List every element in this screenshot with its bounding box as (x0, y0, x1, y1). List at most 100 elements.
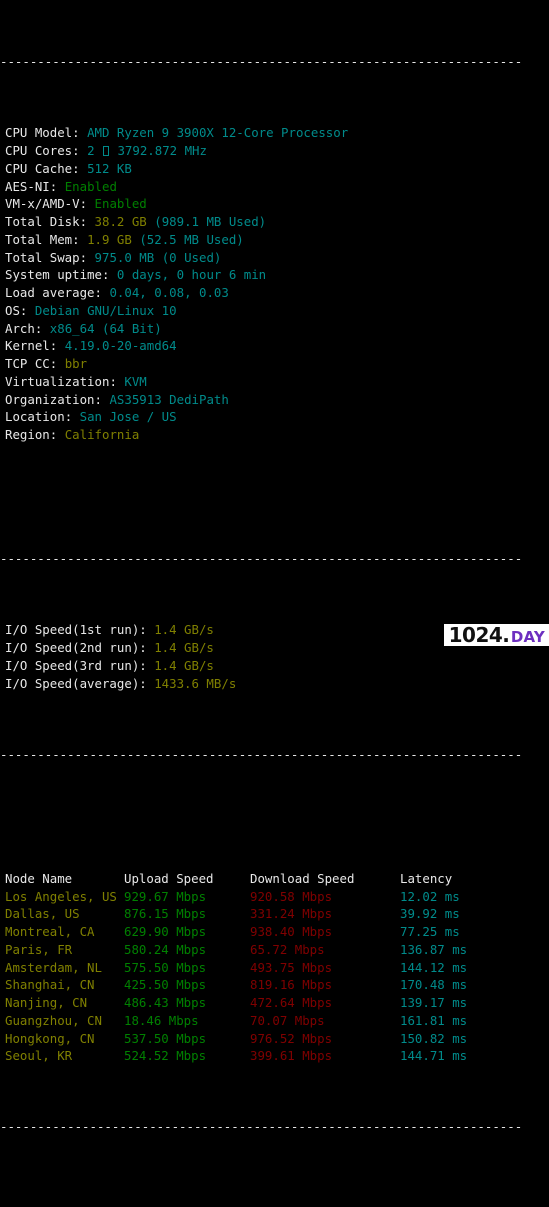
speedtest-upload-speed: 18.46 Mbps (124, 1012, 199, 1028)
io-speed-label: I/O Speed(average) (5, 675, 140, 691)
speedtest-row: Amsterdam, NL 575.50 Mbps 493.75 Mbps 144.1… (5, 959, 549, 977)
sysinfo-colon: : (72, 231, 80, 247)
speedtest-header-upload: Upload Speed (124, 870, 214, 886)
speedtest-node-name: Guangzhou, CN (5, 1012, 102, 1028)
sysinfo-colon: : (49, 178, 58, 194)
sysinfo-row: Total Swap: 975.0 MB (0 Used) (5, 249, 549, 267)
sysinfo-colon: : (72, 143, 80, 158)
sysinfo-value: 512 KB (87, 160, 132, 176)
io-speed-label: I/O Speed(2nd run) (5, 640, 140, 655)
sysinfo-row: Virtualization: KVM (5, 373, 549, 391)
speedtest-upload-speed: 537.50 Mbps (124, 1030, 207, 1046)
sysinfo-row: Organization: AS35913 DediPath (5, 391, 549, 409)
sysinfo-value: 975.0 MB (94, 249, 155, 265)
sysinfo-label: Total Mem (5, 231, 73, 247)
sysinfo-value: Enabled (64, 178, 117, 194)
speedtest-row: Los Angeles, US 929.67 Mbps 920.58 Mbps 12.… (5, 888, 549, 906)
sysinfo-row: VM-x/AMD-V: Enabled (5, 195, 549, 213)
speedtest-latency: 161.81 ms (400, 1012, 468, 1028)
speedtest-latency: 12.02 ms (400, 888, 460, 904)
sysinfo-colon: : (79, 214, 88, 229)
sysinfo-label: Total Swap (5, 249, 80, 265)
speedtest-header-row: Node Name Upload Speed Download Speed Laten… (5, 870, 549, 888)
sysinfo-value-secondary: (989.1 MB Used) (154, 214, 267, 229)
sysinfo-value: AMD Ryzen 9 3900X 12-Core Processor (87, 125, 349, 141)
speedtest-download-speed: 819.16 Mbps (250, 977, 333, 993)
sysinfo-label: CPU Cache (5, 160, 73, 176)
sysinfo-value-secondary: (52.5 MB Used) (139, 231, 244, 247)
io-speed-colon: : (139, 675, 147, 691)
speedtest-header-latency: Latency (400, 870, 453, 886)
speedtest-upload-speed: 580.24 Mbps (124, 941, 207, 957)
sysinfo-value: 4.19.0-20-amd64 (64, 338, 177, 354)
missing-glyph-icon (103, 146, 109, 156)
speedtest-upload-speed: 876.15 Mbps (124, 906, 207, 922)
io-speed-value: 1.4 GB/s (154, 622, 214, 638)
speedtest-row: Paris, FR 580.24 Mbps 65.72 Mbps 136.87 ms (5, 941, 549, 959)
sysinfo-value: Enabled (94, 196, 147, 212)
io-speed-row: I/O Speed(average): 1433.6 MB/s (5, 675, 549, 693)
speedtest-download-speed: 920.58 Mbps (250, 888, 333, 904)
sysinfo-row: OS: Debian GNU/Linux 10 (5, 302, 549, 320)
sysinfo-value: 38.2 GB (94, 214, 147, 229)
speedtest-row: Nanjing, CN 486.43 Mbps 472.64 Mbps 139.17 … (5, 994, 549, 1012)
sysinfo-row: CPU Model: AMD Ryzen 9 3900X 12-Core Pro… (5, 124, 549, 142)
separator-top: ----------------------------------------… (0, 54, 523, 70)
speedtest-latency: 77.25 ms (400, 924, 460, 939)
speedtest-node-name: Los Angeles, US (5, 888, 117, 904)
speedtest-latency: 144.12 ms (400, 959, 468, 975)
io-speed-colon: : (139, 640, 147, 655)
sysinfo-colon: : (19, 302, 28, 318)
sysinfo-colon: : (49, 427, 58, 442)
sysinfo-value: x86_64 (64 Bit) (49, 320, 162, 336)
speedtest-download-speed: 938.40 Mbps (250, 924, 333, 939)
speedtest-upload-speed: 575.50 Mbps (124, 959, 207, 975)
sysinfo-colon: : (49, 338, 58, 354)
io-speed-label: I/O Speed(3rd run) (5, 657, 140, 673)
speedtest-download-speed: 331.24 Mbps (250, 906, 333, 922)
speedtest-node-name: Montreal, CA (5, 924, 95, 939)
speedtest-latency: 139.17 ms (400, 995, 468, 1010)
sysinfo-label: CPU Cores (5, 143, 73, 158)
sysinfo-colon: : (94, 285, 102, 300)
speedtest-download-speed: 976.52 Mbps (250, 1030, 333, 1046)
separator-io-bottom: ----------------------------------------… (0, 746, 523, 762)
watermark-number: 1024 (448, 623, 503, 647)
sysinfo-row: Arch: x86_64 (64 Bit) (5, 320, 549, 338)
sysinfo-row: Total Disk: 38.2 GB (989.1 MB Used) (5, 213, 549, 231)
sysinfo-value-secondary: (0 Used) (161, 249, 222, 265)
sysinfo-row: Kernel: 4.19.0-20-amd64 (5, 337, 549, 355)
sysinfo-label: Region (5, 427, 50, 442)
speedtest-header-node: Node Name (5, 870, 73, 886)
speedtest-node-name: Seoul, KR (5, 1048, 73, 1064)
speedtest-row: Seoul, KR 524.52 Mbps 399.61 Mbps 144.71 ms (5, 1047, 549, 1065)
speedtest-download-speed: 399.61 Mbps (250, 1048, 333, 1064)
sysinfo-label: TCP CC (5, 356, 50, 371)
sysinfo-value: 0 days, 0 hour 6 min (116, 267, 267, 283)
sysinfo-label: AES-NI (5, 178, 50, 194)
io-speed-row: I/O Speed(3rd run): 1.4 GB/s (5, 657, 549, 675)
sysinfo-value: 0.04, 0.08, 0.03 (109, 285, 229, 300)
sysinfo-colon: : (101, 267, 110, 283)
sysinfo-label: VM-x/AMD-V (5, 196, 80, 212)
sysinfo-label: Organization (5, 391, 95, 407)
sysinfo-value: KVM (124, 373, 147, 389)
speedtest-download-speed: 65.72 Mbps (250, 941, 325, 957)
sysinfo-value: AS35913 DediPath (109, 391, 229, 407)
speedtest-header-download: Download Speed (250, 870, 355, 886)
speedtest-download-speed: 472.64 Mbps (250, 995, 333, 1010)
sysinfo-colon: : (72, 160, 80, 176)
speedtest-latency: 144.71 ms (400, 1048, 468, 1064)
sysinfo-value: California (64, 427, 140, 442)
sysinfo-colon: : (72, 125, 80, 141)
watermark-suffix: DAY (510, 628, 545, 646)
speedtest-node-name: Hongkong, CN (5, 1030, 95, 1046)
speedtest-row: Dallas, US 876.15 Mbps 331.24 Mbps 39.92 ms (5, 905, 549, 923)
sysinfo-colon: : (64, 409, 73, 425)
speedtest-upload-speed: 929.67 Mbps (124, 888, 207, 904)
sysinfo-row: Region: California (5, 426, 549, 444)
speedtest-upload-speed: 425.50 Mbps (124, 977, 207, 993)
sysinfo-label: OS (5, 302, 20, 318)
